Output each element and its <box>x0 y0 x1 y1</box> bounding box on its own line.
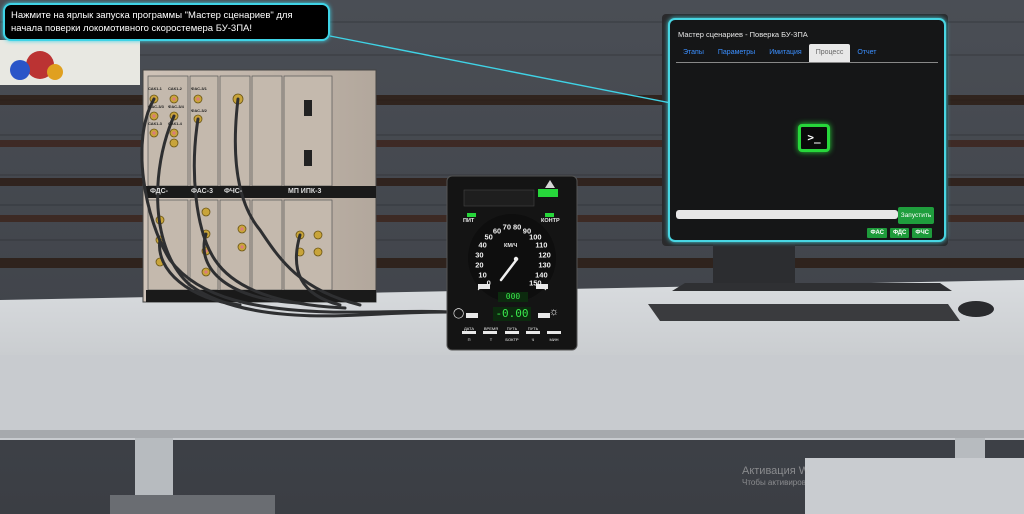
speed-scale-number: 50 <box>484 232 493 242</box>
rack-small-label: САК1-3 <box>148 121 162 126</box>
rack-small-label: ФАС-3/1 <box>191 86 207 91</box>
speed-scale-number: 0 <box>486 278 491 288</box>
watermark-line2: Чтобы активиров <box>742 478 806 487</box>
unit-label: КМ/Ч <box>504 243 518 249</box>
rack-small-label: САК1-4 <box>168 121 182 126</box>
btn-date-sub: П <box>467 337 471 342</box>
module-mpipk-label: МП ИПК-3 <box>288 188 322 195</box>
window-title: Мастер сценариев - Поверка БУ-3ПА <box>678 30 808 39</box>
rack-small-label: ФАС-3/2 <box>191 108 207 113</box>
btn-min-sub: МИН <box>549 337 559 342</box>
digital-readout-small: 000 <box>498 292 528 302</box>
rack-small-label: ФАС-3/4 <box>168 104 184 109</box>
btn-path-sub: БОКТР <box>505 337 519 342</box>
speed-scale-number: 30 <box>475 250 484 260</box>
speed-scale-number: 80 <box>512 222 522 232</box>
speed-scale-number: 40 <box>478 240 487 250</box>
btn-path2-sub: Ч <box>531 337 535 342</box>
simulation-scene: Нажмите на ярлык запуска программы "Маст… <box>0 0 1024 514</box>
progress-bar <box>676 210 898 219</box>
speed-scale-number: 120 <box>538 250 551 260</box>
speed-scale-number: 150 <box>529 278 542 288</box>
watermark-line1: Активация W <box>742 465 810 477</box>
btn-time-label: ВРЕМЯ <box>483 326 499 331</box>
badge-fchs: ФЧС <box>912 228 932 238</box>
btn-date-label: ДАТА <box>463 326 475 331</box>
speed-scale-number: 130 <box>538 260 551 270</box>
terminal-shortcut-icon[interactable]: >_ <box>798 124 830 152</box>
speed-scale-number: 60 <box>492 226 502 236</box>
monitor-screen: Мастер сценариев - Поверка БУ-3ПА Этапы … <box>668 18 946 242</box>
tab-report[interactable]: Отчет <box>850 44 883 62</box>
btn-path-label: ПУТЬ <box>506 326 518 331</box>
bulb-icon: ◯ <box>453 308 465 319</box>
btn-path2-label: ПУТЬ <box>527 326 539 331</box>
tab-parameters[interactable]: Параметры <box>711 44 762 62</box>
speed-scale-number: 70 <box>502 222 511 232</box>
speed-scale-number: 20 <box>475 260 484 270</box>
rack-small-label: САК1-2 <box>168 86 182 91</box>
tab-process[interactable]: Процесс <box>808 44 851 62</box>
speed-scale-number: 10 <box>478 270 487 280</box>
btn-time-sub: Т <box>489 337 493 342</box>
tab-bar: Этапы Параметры Имитация Процесс Отчет <box>676 44 938 63</box>
instruction-text: Нажмите на ярлык запуска программы "Маст… <box>11 10 293 34</box>
module-fds-label: ФДС- <box>150 188 168 195</box>
windows-activation-watermark: Активация W Чтобы активиров <box>742 466 809 488</box>
rack-small-label: ФАС-3/3 <box>148 104 164 109</box>
tab-stages[interactable]: Этапы <box>676 44 711 62</box>
badge-fas: ФАС <box>867 228 887 238</box>
speed-scale-number: 110 <box>535 240 548 250</box>
digital-readout-main: -0.00 <box>493 307 531 321</box>
module-fchs-label: ФЧС- <box>224 188 243 195</box>
module-badges: ФАС ФДС ФЧС <box>867 228 932 238</box>
pit-label: ПИТ <box>463 218 475 224</box>
module-fas-label: ФАС-3 <box>191 188 213 195</box>
kontr-label: КОНТР <box>541 218 560 224</box>
rack-small-label: САК1-1 <box>148 86 162 91</box>
instruction-hint: Нажмите на ярлык запуска программы "Маст… <box>3 3 330 41</box>
tab-simulation[interactable]: Имитация <box>762 44 808 62</box>
run-button[interactable]: Запустить <box>898 207 934 224</box>
sun-icon: ☼ <box>549 306 560 318</box>
badge-fds: ФДС <box>889 228 910 238</box>
